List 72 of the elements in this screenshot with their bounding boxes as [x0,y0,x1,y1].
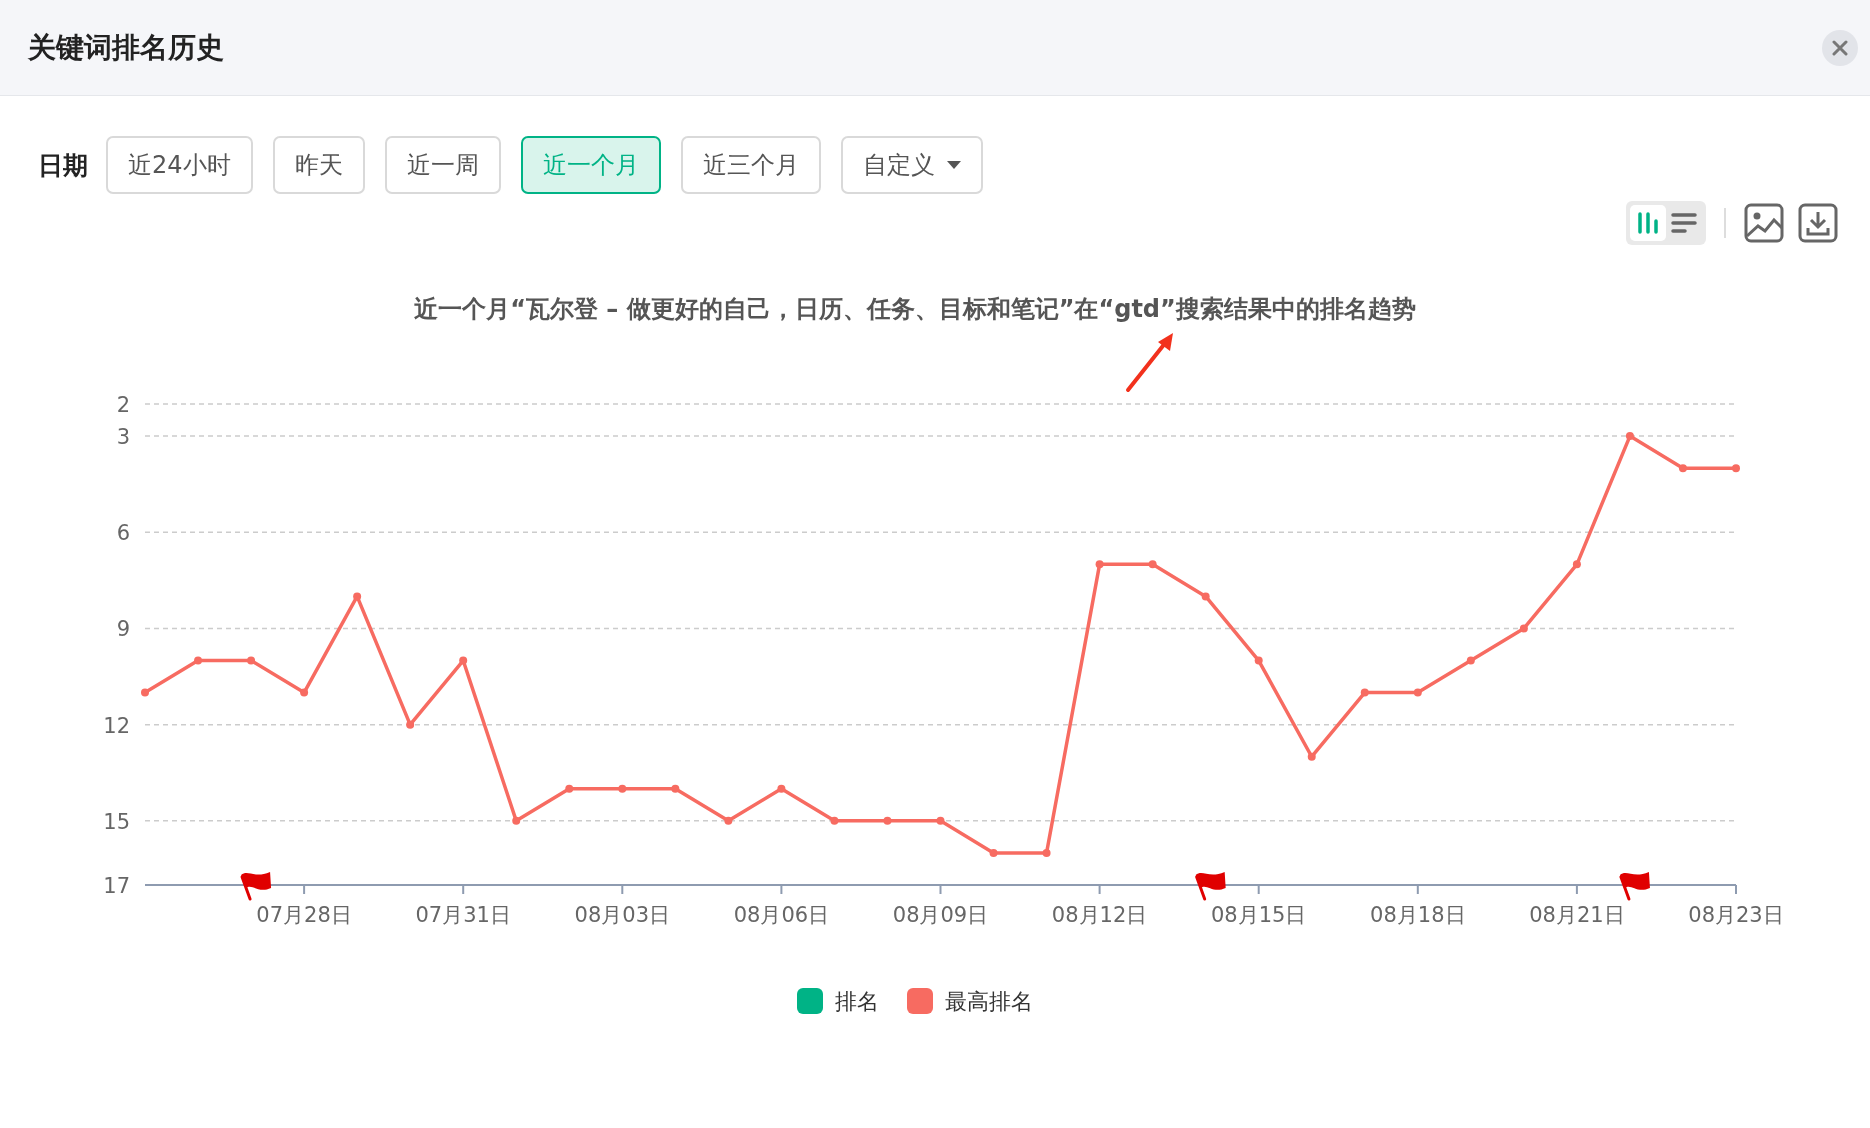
x-axis-label: 08月12日 [1051,903,1148,927]
data-point [247,656,256,665]
date-range-button[interactable]: 昨天 [272,136,365,194]
save-image-button[interactable] [1744,203,1784,243]
data-point [724,816,733,825]
y-axis-label: 17 [103,874,130,898]
legend-label[interactable]: 最高排名 [945,989,1033,1014]
date-range-button[interactable]: 近一周 [384,136,501,194]
x-axis-label: 08月15日 [1210,903,1307,927]
data-point [1201,592,1210,601]
data-point [512,816,521,825]
data-point [1678,464,1687,473]
data-point [1360,688,1369,697]
data-point [1413,688,1422,697]
date-range-button[interactable]: 近三个月 [680,136,821,194]
data-point [1572,560,1581,569]
data-point [1625,432,1634,441]
data-point [1254,656,1263,665]
data-point [565,784,574,793]
data-point [830,816,839,825]
y-axis-label: 3 [116,425,130,450]
window-title: 关键词排名历史 [28,29,224,66]
data-point [459,656,468,665]
data-point [353,592,362,601]
x-axis-label: 08月03日 [574,903,671,927]
data-point [141,688,149,697]
bar-view-button[interactable] [1630,205,1666,241]
pointer-arrow [1126,333,1173,392]
x-axis-label: 08月21日 [1529,903,1625,927]
x-axis-label: 07月28日 [256,903,352,927]
data-point [194,656,203,665]
data-point [1095,560,1104,569]
y-axis-label: 2 [116,393,130,417]
data-point [618,784,627,793]
image-icon [1744,203,1784,243]
data-point [989,848,998,857]
x-axis-label: 07月31日 [415,903,511,927]
x-axis-label: 08月09日 [892,903,989,927]
x-axis-label: 08月18日 [1370,903,1466,927]
date-label: 日期 [38,149,88,182]
data-point [777,784,786,793]
data-point [883,816,892,825]
date-range-button[interactable]: 近24小时 [106,136,253,194]
data-point [1466,656,1475,665]
data-point [1148,560,1157,569]
bar-chart-icon [1636,211,1660,235]
custom-range-dropdown[interactable]: 自定义 [840,136,983,194]
download-icon [1798,203,1838,243]
y-axis-label: 6 [116,521,130,546]
flag-icon [240,872,272,901]
y-axis-label: 12 [103,713,130,738]
close-icon [1832,39,1848,56]
list-icon [1671,212,1697,234]
data-point [300,688,309,697]
data-point [406,720,415,729]
legend-label[interactable]: 排名 [835,989,879,1014]
y-axis-label: 15 [103,809,130,834]
data-point [671,784,680,793]
caret-icon [946,161,961,169]
data-point [1042,848,1051,857]
download-button[interactable] [1798,203,1838,243]
y-axis-label: 9 [116,617,130,642]
x-axis-label: 08月23日 [1688,903,1784,927]
x-axis-label: 08月06日 [733,903,830,927]
chart-title: 近一个月“瓦尔登 – 做更好的自己，日历、任务、目标和笔记”在“gtd”搜索结果中的排名趋势 [414,295,1416,323]
data-point [1732,464,1740,473]
flag-icon [1619,872,1650,901]
data-point [1307,752,1316,761]
data-point [936,816,945,825]
flag-icon [1195,872,1226,901]
close-button[interactable] [1822,29,1858,66]
data-point [1519,624,1528,633]
